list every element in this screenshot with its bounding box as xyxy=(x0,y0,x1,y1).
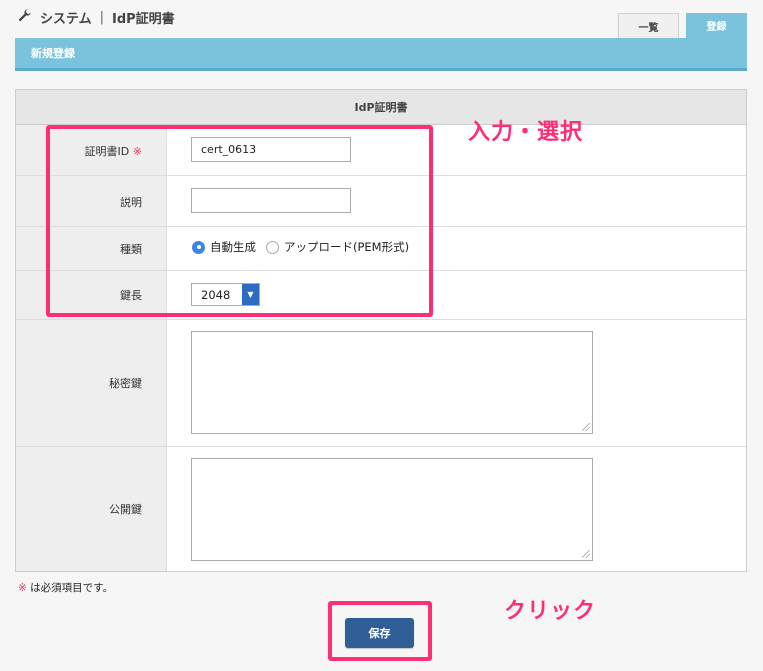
public-key-label: 公開鍵 xyxy=(109,503,142,516)
required-mark: ※ xyxy=(18,582,27,594)
annotation-text-click: クリック xyxy=(504,599,597,624)
annotation-text-inputs: 入力・選択 xyxy=(468,120,584,145)
annotation-box-inputs xyxy=(46,125,433,317)
breadcrumb-separator: | xyxy=(99,9,105,25)
row-divider xyxy=(16,446,746,447)
footnote-text: は必須項目です。 xyxy=(26,582,114,594)
breadcrumb-section[interactable]: システム xyxy=(40,8,92,27)
tab-list[interactable]: 一覧 xyxy=(618,13,679,38)
required-footnote: ※ は必須項目です。 xyxy=(18,580,113,595)
row-divider xyxy=(16,319,746,320)
section-title-bar: 新規登録 xyxy=(15,38,747,71)
resize-grip-icon[interactable] xyxy=(582,550,590,558)
breadcrumb: システム | IdP証明書 xyxy=(18,8,175,27)
public-key-textarea[interactable] xyxy=(191,458,593,561)
tab-register[interactable]: 登録 xyxy=(686,13,747,38)
section-title: 新規登録 xyxy=(31,47,75,60)
wrench-icon xyxy=(18,8,32,26)
private-key-textarea[interactable] xyxy=(191,331,593,434)
table-heading-text: IdP証明書 xyxy=(354,101,408,114)
annotation-box-save xyxy=(328,601,432,661)
resize-grip-icon[interactable] xyxy=(582,423,590,431)
page-title: IdP証明書 xyxy=(112,11,175,27)
private-key-label: 秘密鍵 xyxy=(109,377,142,390)
table-heading: IdP証明書 xyxy=(16,90,746,125)
